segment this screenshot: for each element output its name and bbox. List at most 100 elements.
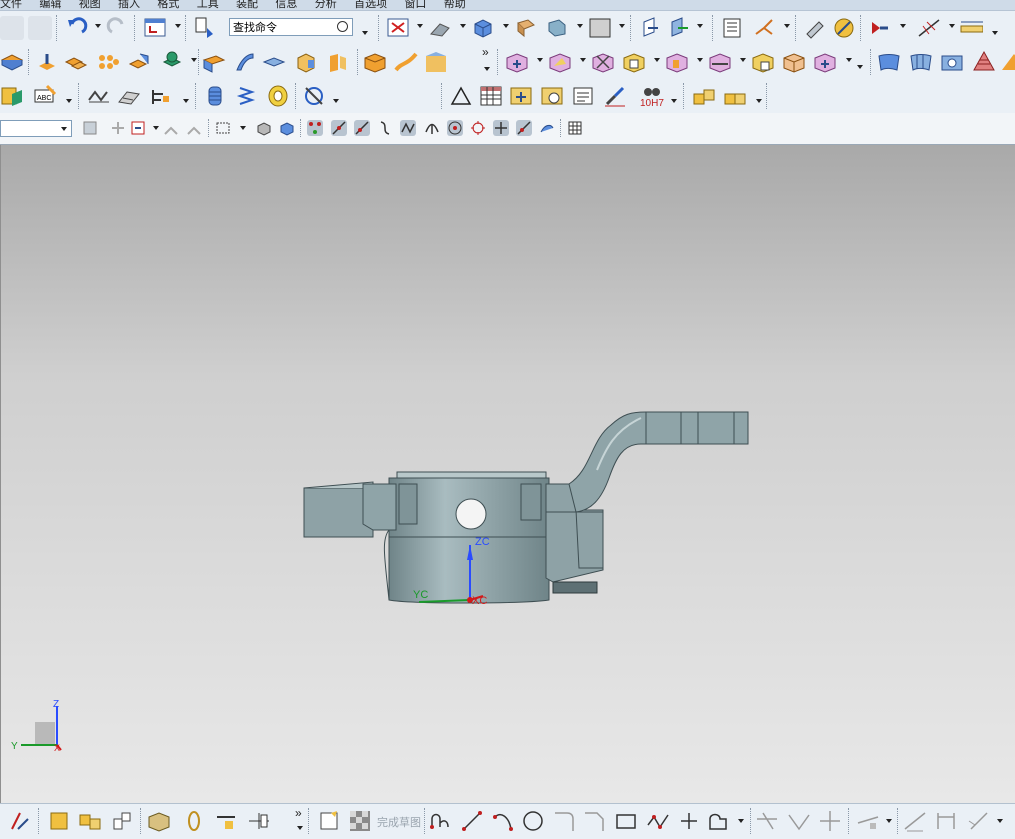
assembly-sketch-icon[interactable] [110, 809, 134, 833]
pull-dropdown[interactable] [654, 58, 660, 62]
dynamic-wcs-icon[interactable] [666, 16, 690, 40]
measure-body-icon[interactable] [917, 16, 941, 40]
section-icon[interactable] [545, 16, 569, 40]
solid-body-icon[interactable] [256, 120, 272, 136]
paste-icon[interactable] [28, 16, 52, 40]
menu-preferences[interactable]: 首选项 [354, 0, 387, 10]
text-note-icon[interactable]: ABC [33, 84, 57, 108]
point-icon[interactable] [803, 16, 827, 40]
circle-icon[interactable] [521, 809, 545, 833]
view-manager-icon[interactable] [540, 84, 564, 108]
lock-icon[interactable] [163, 120, 179, 136]
rectangle-select-icon[interactable] [215, 120, 231, 136]
constraint-icon[interactable] [215, 809, 239, 833]
toolbar-overflow-icon[interactable]: » [295, 806, 302, 820]
finish-sketch-label[interactable]: 完成草图 [377, 814, 421, 830]
search-icon[interactable] [337, 21, 348, 32]
surface-icon[interactable] [394, 50, 418, 74]
undo-dropdown[interactable] [95, 24, 101, 28]
endpoint-snap-icon[interactable] [307, 120, 323, 136]
sketch-in-task-icon[interactable] [8, 809, 32, 833]
grid-icon[interactable] [567, 120, 583, 136]
part-body[interactable] [303, 411, 749, 604]
offset-curve-icon[interactable] [755, 809, 779, 833]
arc-icon[interactable] [491, 809, 515, 833]
ruler-icon[interactable] [959, 16, 984, 40]
wcs-icon[interactable] [638, 16, 662, 40]
gear-dropdown[interactable] [183, 99, 189, 103]
feature-dropdown[interactable] [191, 58, 197, 62]
orient-view-icon[interactable] [428, 16, 452, 40]
tolerance-fit-icon[interactable]: 10H7 [640, 84, 664, 109]
section-dropdown[interactable] [577, 24, 583, 28]
layer-settings-icon[interactable] [721, 16, 745, 40]
delete-dropdown[interactable] [580, 58, 586, 62]
redo-icon[interactable] [106, 16, 130, 40]
wcs-dropdown[interactable] [697, 24, 703, 28]
select-dropdown[interactable] [240, 126, 246, 130]
measure-distance-icon[interactable] [868, 16, 892, 40]
menu-insert[interactable]: 插入 [118, 0, 140, 10]
dimension-icon[interactable] [934, 809, 958, 833]
orient-dropdown[interactable] [460, 24, 466, 28]
filter-icon[interactable] [130, 120, 146, 136]
menu-analysis[interactable]: 分析 [315, 0, 337, 10]
overflow-dropdown[interactable] [484, 67, 490, 71]
note-dropdown[interactable] [66, 99, 72, 103]
offset-region-icon[interactable] [665, 50, 689, 74]
ruled-icon[interactable] [813, 50, 837, 74]
undo-icon[interactable] [64, 16, 88, 40]
start-dropdown[interactable] [175, 24, 181, 28]
intersection-icon[interactable] [424, 120, 440, 136]
command-finder-icon[interactable] [193, 16, 217, 40]
chamfer-icon[interactable] [262, 50, 286, 74]
background-icon[interactable] [588, 16, 612, 40]
polygon-icon[interactable] [706, 809, 730, 833]
face-icon[interactable] [279, 120, 295, 136]
search-dropdown[interactable] [362, 31, 368, 35]
studio-surface-icon[interactable] [751, 50, 775, 74]
shell-icon[interactable] [160, 50, 184, 74]
point-sketch-icon[interactable] [677, 809, 701, 833]
sketch-icon[interactable] [317, 809, 341, 833]
surface-mesh-icon[interactable] [909, 50, 933, 74]
offset-face-icon[interactable] [326, 50, 350, 74]
snap-icon[interactable] [110, 120, 126, 136]
filter-dropdown[interactable] [153, 126, 159, 130]
gear-icon[interactable] [149, 84, 173, 108]
component-icon[interactable] [723, 84, 747, 108]
mirror-curve-icon[interactable] [787, 809, 811, 833]
control-point-icon[interactable] [400, 120, 416, 136]
replace-face-icon[interactable] [505, 50, 529, 74]
trim-icon[interactable] [818, 809, 842, 833]
through-curves-icon[interactable] [782, 50, 806, 74]
component-filter-icon[interactable] [186, 120, 202, 136]
law-extension-icon[interactable] [940, 50, 964, 74]
arc-center-icon[interactable] [447, 120, 463, 136]
line-snap-icon[interactable] [354, 120, 370, 136]
shaded-sketch-icon[interactable] [147, 809, 171, 833]
sweep-icon[interactable] [363, 50, 387, 74]
coil-spring-icon[interactable] [203, 84, 227, 108]
bearing-icon[interactable] [266, 84, 290, 108]
midpoint-snap-icon[interactable] [331, 120, 347, 136]
toolbar-overflow-icon[interactable]: » [482, 45, 489, 59]
graphics-window[interactable]: ZC YC XC Z Y X [0, 145, 1015, 803]
datum-csys-icon[interactable] [752, 16, 776, 40]
profile-curve-icon[interactable] [428, 809, 452, 833]
datum-dropdown[interactable] [784, 24, 790, 28]
make-corner-icon[interactable] [903, 809, 927, 833]
fit-dropdown[interactable] [417, 24, 423, 28]
shaded-view-icon[interactable] [471, 16, 495, 40]
spring-icon[interactable] [234, 84, 258, 108]
overflow-dropdown[interactable] [297, 826, 303, 830]
draft-icon[interactable] [202, 50, 226, 74]
weld-icon[interactable] [87, 84, 111, 108]
trim-body-icon[interactable] [294, 50, 318, 74]
polygon-dropdown[interactable] [738, 819, 744, 823]
extrude-icon[interactable] [0, 50, 24, 74]
sketch-curve-icon[interactable] [47, 809, 71, 833]
measure-body-dropdown[interactable] [949, 24, 955, 28]
offset-surface-icon[interactable] [1002, 50, 1015, 74]
n-sided-icon[interactable] [877, 50, 901, 74]
